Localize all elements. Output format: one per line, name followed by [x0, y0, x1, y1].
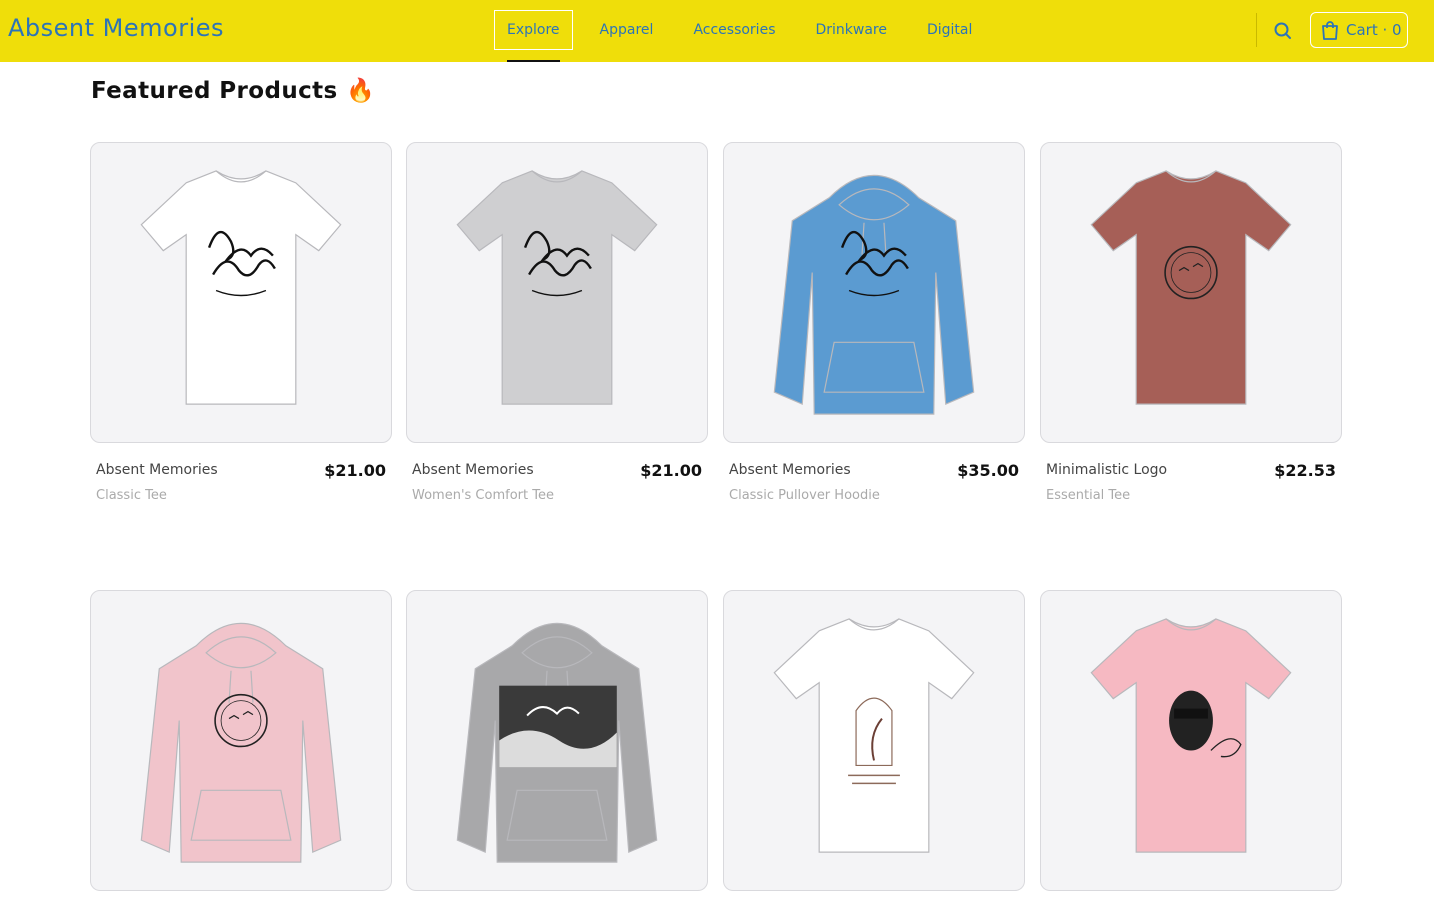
product-image[interactable] — [723, 590, 1025, 891]
nav-apparel[interactable]: Apparel — [587, 10, 667, 50]
product-card[interactable]: Absent Memories Classic Tee $21.00 — [90, 142, 392, 513]
product-name[interactable]: Absent Memories — [96, 462, 218, 478]
search-icon — [1274, 22, 1291, 39]
page-title: Featured Products 🔥 — [91, 78, 376, 104]
product-type: Classic Pullover Hoodie — [729, 488, 880, 503]
product-name[interactable]: Minimalistic Logo — [1046, 462, 1167, 478]
nav-digital[interactable]: Digital — [914, 10, 985, 50]
nav-explore[interactable]: Explore — [494, 10, 573, 62]
brand-logo[interactable]: Absent Memories — [8, 14, 224, 42]
product-card[interactable] — [406, 590, 708, 891]
main-nav: Explore Apparel Accessories Drinkware Di… — [494, 10, 999, 62]
product-info: Absent Memories Classic Pullover Hoodie $3… — [723, 443, 1025, 513]
product-image[interactable] — [723, 142, 1025, 443]
product-image[interactable] — [1040, 142, 1342, 443]
product-info: Absent Memories Women's Comfort Tee $21.00 — [406, 443, 708, 513]
shopping-bag-icon — [1322, 21, 1338, 40]
product-price: $22.53 — [1274, 461, 1336, 480]
product-type: Essential Tee — [1046, 488, 1131, 503]
product-name[interactable]: Absent Memories — [729, 462, 851, 478]
product-info: Minimalistic Logo Essential Tee $22.53 — [1040, 443, 1342, 513]
product-card[interactable] — [1040, 590, 1342, 891]
product-price: $21.00 — [324, 461, 386, 480]
search-button[interactable] — [1270, 18, 1296, 44]
product-name[interactable]: Absent Memories — [412, 462, 534, 478]
nav-drinkware[interactable]: Drinkware — [802, 10, 900, 50]
product-image[interactable] — [90, 142, 392, 443]
product-type: Women's Comfort Tee — [412, 488, 554, 503]
site-header: Absent Memories Explore Apparel Accessor… — [0, 0, 1434, 62]
product-price: $35.00 — [957, 461, 1019, 480]
product-card[interactable]: Minimalistic Logo Essential Tee $22.53 — [1040, 142, 1342, 513]
product-card[interactable] — [723, 590, 1025, 891]
product-image[interactable] — [406, 590, 708, 891]
product-card[interactable]: Absent Memories Women's Comfort Tee $21.00 — [406, 142, 708, 513]
nav-accessories[interactable]: Accessories — [680, 10, 788, 50]
product-price: $21.00 — [640, 461, 702, 480]
product-type: Classic Tee — [96, 488, 167, 503]
product-info: Absent Memories Classic Tee $21.00 — [90, 443, 392, 513]
product-card[interactable] — [90, 590, 392, 891]
product-image[interactable] — [90, 590, 392, 891]
header-divider — [1256, 13, 1257, 47]
cart-button[interactable]: Cart · 0 — [1310, 12, 1408, 48]
product-card[interactable]: Absent Memories Classic Pullover Hoodie $3… — [723, 142, 1025, 513]
product-image[interactable] — [1040, 590, 1342, 891]
product-image[interactable] — [406, 142, 708, 443]
cart-label: Cart · 0 — [1346, 21, 1402, 39]
